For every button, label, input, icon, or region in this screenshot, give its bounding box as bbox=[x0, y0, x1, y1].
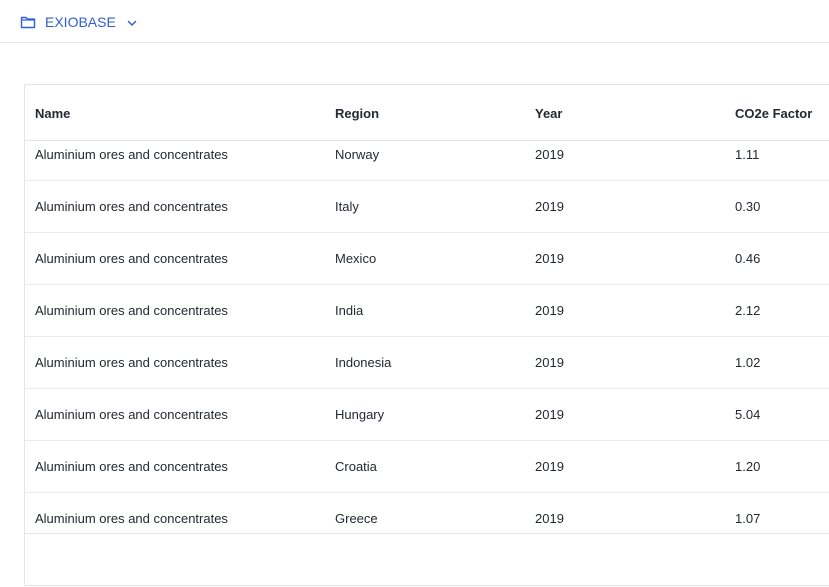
cell-year: 2019 bbox=[535, 407, 564, 422]
dataset-label: EXIOBASE bbox=[45, 14, 116, 30]
cell-co2e-factor: 0.30 bbox=[735, 199, 761, 214]
table-body[interactable]: Aluminium ores and concentrates Norway 201… bbox=[25, 141, 829, 534]
table-row[interactable]: Aluminium ores and concentrates Mexico 201… bbox=[25, 233, 829, 285]
cell-name: Aluminium ores and concentrates bbox=[35, 199, 228, 214]
cell-region: Norway bbox=[335, 147, 380, 162]
table-header: Name Region Year CO2e Factor bbox=[25, 85, 829, 141]
cell-name: Aluminium ores and concentrates bbox=[35, 407, 228, 422]
column-header-co2e-factor[interactable]: CO2e Factor bbox=[735, 106, 812, 121]
cell-co2e-factor: 1.20 bbox=[735, 459, 761, 474]
cell-year: 2019 bbox=[535, 147, 564, 162]
folder-icon bbox=[20, 15, 36, 29]
cell-year: 2019 bbox=[535, 511, 564, 526]
cell-name: Aluminium ores and concentrates bbox=[35, 355, 228, 370]
cell-region: Italy bbox=[335, 199, 359, 214]
cell-year: 2019 bbox=[535, 355, 564, 370]
cell-name: Aluminium ores and concentrates bbox=[35, 303, 228, 318]
table-row[interactable]: Aluminium ores and concentrates Hungary 20… bbox=[25, 389, 829, 441]
cell-region: Croatia bbox=[335, 459, 377, 474]
cell-co2e-factor: 0.46 bbox=[735, 251, 761, 266]
cell-name: Aluminium ores and concentrates bbox=[35, 251, 228, 266]
cell-name: Aluminium ores and concentrates bbox=[35, 147, 228, 162]
table-row[interactable]: Aluminium ores and concentrates Croatia 20… bbox=[25, 441, 829, 493]
column-header-region[interactable]: Region bbox=[335, 106, 379, 121]
cell-region: Hungary bbox=[335, 407, 385, 422]
cell-name: Aluminium ores and concentrates bbox=[35, 511, 228, 526]
cell-year: 2019 bbox=[535, 459, 564, 474]
top-bar: EXIOBASE bbox=[0, 0, 829, 43]
cell-name: Aluminium ores and concentrates bbox=[35, 459, 228, 474]
table-rows: Aluminium ores and concentrates Norway 201… bbox=[25, 141, 829, 533]
cell-region: India bbox=[335, 303, 364, 318]
chevron-down-icon[interactable] bbox=[126, 16, 138, 28]
cell-region: Mexico bbox=[335, 251, 377, 266]
table-row[interactable]: Aluminium ores and concentrates India 2019… bbox=[25, 285, 829, 337]
cell-year: 2019 bbox=[535, 199, 564, 214]
table-row[interactable]: Aluminium ores and concentrates Indonesia… bbox=[25, 337, 829, 389]
cell-region: Greece bbox=[335, 511, 378, 526]
cell-co2e-factor: 2.12 bbox=[735, 303, 761, 318]
table-row[interactable]: Aluminium ores and concentrates Italy 2019… bbox=[25, 181, 829, 233]
cell-co2e-factor: 1.02 bbox=[735, 355, 761, 370]
column-header-year[interactable]: Year bbox=[535, 106, 562, 121]
cell-co2e-factor: 1.11 bbox=[735, 147, 760, 162]
cell-year: 2019 bbox=[535, 251, 564, 266]
column-header-name[interactable]: Name bbox=[35, 106, 70, 121]
cell-year: 2019 bbox=[535, 303, 564, 318]
cell-co2e-factor: 1.07 bbox=[735, 511, 761, 526]
cell-region: Indonesia bbox=[335, 355, 392, 370]
dataset-selector[interactable]: EXIOBASE bbox=[20, 12, 138, 32]
table-row[interactable]: Aluminium ores and concentrates Greece 201… bbox=[25, 493, 829, 533]
emission-factor-table: Name Region Year CO2e Factor Aluminium o… bbox=[24, 84, 829, 586]
cell-co2e-factor: 5.04 bbox=[735, 407, 761, 422]
table-row[interactable]: Aluminium ores and concentrates Norway 201… bbox=[25, 141, 829, 181]
